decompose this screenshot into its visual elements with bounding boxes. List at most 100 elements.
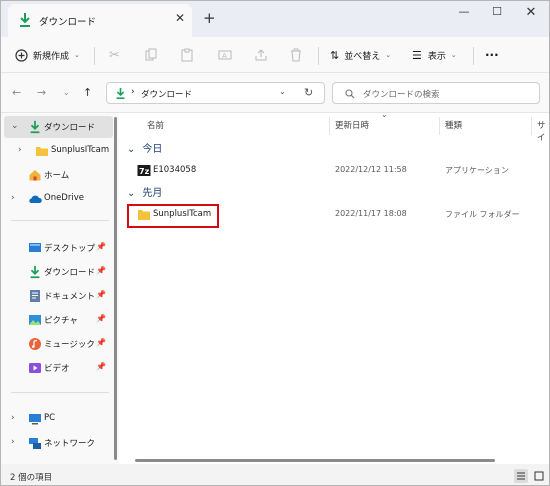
sidebar-item-label: ダウンロード [44, 268, 96, 278]
pin-icon[interactable]: 📌 [96, 362, 106, 371]
column-header-type[interactable]: 種類 [445, 119, 462, 131]
download-icon [30, 120, 40, 134]
address-history-chevron-icon[interactable]: ⌄ [279, 87, 286, 96]
title-bar: ダウンロード ✕ + — ☐ ✕ [1, 1, 549, 37]
search-icon [345, 89, 355, 99]
column-header-modified[interactable]: 更新日時 [335, 119, 369, 131]
group-header-today[interactable]: ⌄ 今日 [127, 140, 162, 155]
sidebar-item-label: SunplusITcam [51, 145, 110, 155]
sidebar-item-label: ビデオ [44, 364, 70, 374]
sort-button[interactable]: ⇅ 並べ替え ⌄ [330, 45, 391, 65]
file-modified: 2022/11/17 18:08 [335, 209, 407, 218]
file-name: E1034058 [153, 165, 197, 175]
breadcrumb-current[interactable]: ダウンロード [141, 88, 192, 100]
sidebar-item-label: ドキュメント [44, 292, 96, 302]
sidebar-item-label: ダウンロード [44, 123, 96, 133]
toolbar-divider [94, 47, 95, 65]
highlight-box [127, 204, 219, 228]
chevron-right-icon[interactable]: › [11, 193, 15, 203]
tab-title: ダウンロード [39, 17, 97, 28]
view-button[interactable]: ☰ 表示 ⌄ [412, 45, 457, 65]
pin-icon[interactable]: 📌 [96, 338, 106, 347]
file-row[interactable]: 7z E1034058 2022/12/12 11:58 アプリケーション [131, 161, 541, 181]
back-arrow-icon[interactable]: ← [12, 86, 21, 99]
column-header-size[interactable]: サイ [537, 119, 549, 143]
video-icon [29, 363, 41, 373]
sidebar-item-label: デスクトップ [44, 244, 96, 254]
sidebar-item-desktop[interactable]: デスクトップ 📌 [4, 237, 113, 259]
sidebar-item-label: ホーム [44, 171, 70, 181]
group-header-last-month[interactable]: ⌄ 先月 [127, 184, 162, 199]
sidebar-item-downloads-root[interactable]: ⌄ ダウンロード [4, 116, 113, 138]
chevron-down-icon: ⌄ [385, 51, 392, 59]
column-separator[interactable] [329, 117, 330, 135]
rename-icon[interactable]: A [218, 45, 232, 65]
home-icon [29, 170, 41, 181]
column-separator[interactable] [531, 117, 532, 135]
music-icon [29, 338, 41, 350]
details-view-icon[interactable] [514, 469, 528, 483]
tiles-view-icon[interactable] [532, 469, 546, 483]
sidebar-divider [11, 392, 109, 393]
group-label: 今日 [142, 144, 163, 155]
sidebar-item-home[interactable]: ホーム [4, 164, 113, 186]
sidebar-item-network[interactable]: › ネットワーク [4, 432, 113, 454]
pictures-icon [29, 315, 41, 325]
pin-icon[interactable]: 📌 [96, 266, 106, 275]
sidebar-scrollbar[interactable] [114, 117, 117, 460]
copy-icon[interactable] [145, 45, 157, 65]
up-arrow-icon[interactable]: ↑ [83, 86, 92, 99]
new-button[interactable]: 新規作成 ⌄ [15, 45, 80, 65]
new-tab-button[interactable]: + [203, 9, 216, 27]
share-icon[interactable] [254, 45, 268, 65]
cut-icon[interactable]: ✂ [109, 45, 120, 65]
file-explorer-window: ダウンロード ✕ + — ☐ ✕ 新規作成 ⌄ ✂ A ⇅ 並べ替え ⌄ ☰ 表… [0, 0, 550, 486]
pin-icon[interactable]: 📌 [96, 290, 106, 299]
chevron-expanded-icon[interactable]: ⌄ [11, 121, 19, 131]
svg-text:A: A [222, 52, 227, 60]
search-box[interactable]: ダウンロードの検索 [332, 82, 540, 104]
file-list-pane: 名前 更新日時 ⌄ 種類 サイ ⌄ 今日 7z E1034058 2022/12/… [119, 110, 549, 464]
chevron-expanded-icon[interactable]: ⌄ [127, 188, 135, 199]
sidebar-item-music[interactable]: ミュージック 📌 [4, 333, 113, 355]
group-label: 先月 [142, 188, 163, 199]
more-options-button[interactable]: ··· [485, 45, 499, 65]
folder-icon [36, 147, 48, 156]
close-tab-icon[interactable]: ✕ [175, 11, 185, 25]
pin-icon[interactable]: 📌 [96, 314, 106, 323]
pin-icon[interactable]: 📌 [96, 242, 106, 251]
paste-icon[interactable] [181, 45, 193, 65]
sort-icon: ⇅ [330, 48, 340, 62]
sidebar-item-pictures[interactable]: ピクチャ 📌 [4, 309, 113, 331]
column-header-name[interactable]: 名前 [147, 119, 164, 131]
chevron-expanded-icon[interactable]: ⌄ [127, 144, 135, 155]
chevron-down-icon: ⌄ [450, 51, 457, 59]
navigation-pane: ⌄ ダウンロード › SunplusITcam ホーム › OneDrive デ… [1, 113, 119, 464]
horizontal-scrollbar[interactable] [135, 459, 495, 462]
breadcrumb-separator: › [131, 87, 135, 97]
close-window-button[interactable]: ✕ [516, 5, 546, 23]
sidebar-item-pc[interactable]: › PC [4, 408, 113, 430]
file-type: アプリケーション [445, 166, 509, 175]
column-separator[interactable] [439, 117, 440, 135]
tab-downloads[interactable]: ダウンロード ✕ [8, 4, 192, 37]
refresh-icon[interactable]: ↻ [304, 86, 313, 99]
sort-button-label: 並べ替え [344, 51, 381, 62]
sidebar-divider [11, 220, 109, 221]
sidebar-item-sunplusitcam[interactable]: › SunplusITcam [11, 140, 120, 162]
sidebar-item-videos[interactable]: ビデオ 📌 [4, 357, 113, 379]
trash-icon[interactable] [290, 45, 302, 65]
forward-arrow-icon[interactable]: → [37, 86, 46, 99]
chevron-right-icon[interactable]: › [18, 145, 22, 155]
toolbar-divider [473, 47, 474, 65]
chevron-right-icon[interactable]: › [11, 413, 15, 423]
recent-chevron-icon[interactable]: ⌄ [63, 88, 70, 97]
maximize-button[interactable]: ☐ [482, 5, 512, 23]
command-bar: 新規作成 ⌄ ✂ A ⇅ 並べ替え ⌄ ☰ 表示 ⌄ ··· [1, 37, 549, 73]
sidebar-item-downloads[interactable]: ダウンロード 📌 [4, 261, 113, 283]
address-bar[interactable]: › ダウンロード ⌄ ↻ [106, 82, 325, 104]
sidebar-item-onedrive[interactable]: › OneDrive [4, 188, 113, 210]
chevron-right-icon[interactable]: › [11, 437, 15, 447]
minimize-button[interactable]: — [449, 5, 479, 23]
sidebar-item-documents[interactable]: ドキュメント 📌 [4, 285, 113, 307]
